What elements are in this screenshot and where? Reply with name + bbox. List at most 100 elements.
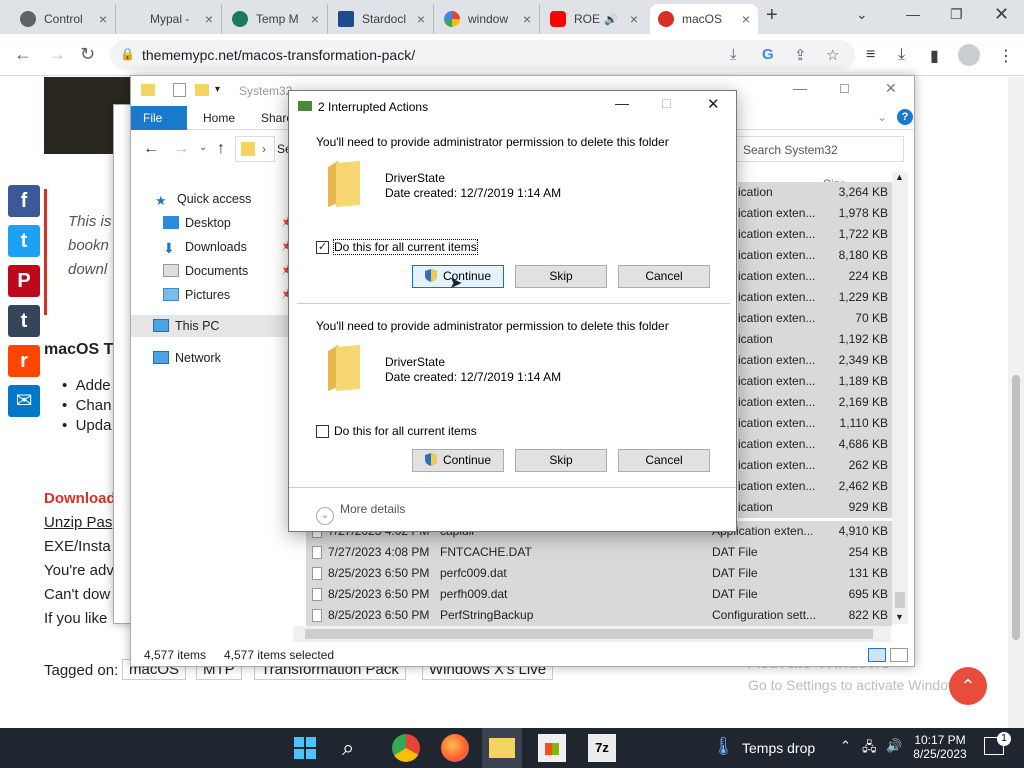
file-row[interactable]: ication exten... 2,349 KB bbox=[738, 350, 892, 371]
nav-quick-access[interactable]: ★ Quick access bbox=[155, 188, 251, 210]
lock-icon[interactable]: 🔒 bbox=[120, 47, 135, 61]
file-row[interactable]: ication exten... 1,110 KB bbox=[738, 413, 892, 434]
file-row[interactable]: ication exten... 8,180 KB bbox=[738, 245, 892, 266]
apply-all-checkbox[interactable]: ✓ bbox=[316, 241, 329, 254]
restore-icon[interactable]: ❐ bbox=[950, 6, 963, 23]
downloads-icon[interactable]: ⤓ bbox=[898, 46, 905, 64]
weather-widget[interactable]: Temps drop bbox=[742, 740, 815, 756]
audio-playing-icon[interactable]: 🔊 bbox=[604, 13, 618, 26]
file-row[interactable]: ication exten... 2,462 KB bbox=[738, 476, 892, 497]
help-icon[interactable]: ? bbox=[897, 109, 913, 125]
nav-desktop[interactable]: Desktop📌 bbox=[163, 212, 293, 234]
file-row[interactable]: ication exten... 1,189 KB bbox=[738, 371, 892, 392]
thermometer-icon[interactable]: 🌡 bbox=[712, 736, 735, 757]
facebook-icon[interactable]: f bbox=[8, 185, 40, 217]
scroll-to-top-button[interactable]: ⌃ bbox=[949, 667, 987, 705]
file-row[interactable]: 8/25/2023 6:50 PM perfh009.dat DAT File 695… bbox=[306, 584, 892, 605]
file-explorer-taskbar-button[interactable] bbox=[482, 728, 522, 768]
tab-macos-active[interactable]: macOS × bbox=[650, 4, 758, 34]
firefox-taskbar-icon[interactable] bbox=[441, 734, 469, 762]
tab-windows[interactable]: window × bbox=[436, 4, 540, 34]
close-tab-icon[interactable]: × bbox=[311, 11, 319, 27]
interrupted-actions-dialog[interactable]: 2 Interrupted Actions — ☐ ✕ You'll need … bbox=[288, 90, 737, 532]
search-input[interactable]: Search System32 bbox=[734, 136, 904, 162]
menu-kebab-icon[interactable]: ⋮ bbox=[998, 46, 1014, 66]
close-tab-icon[interactable]: × bbox=[417, 11, 425, 27]
nav-network[interactable]: Network bbox=[153, 347, 221, 369]
address-breadcrumb[interactable]: › bbox=[235, 136, 275, 162]
nav-this-pc[interactable]: This PC bbox=[131, 315, 289, 337]
tab-temp[interactable]: Temp M × bbox=[224, 4, 328, 34]
reddit-icon[interactable]: r bbox=[8, 345, 40, 377]
bookmark-star-icon[interactable]: ☆ bbox=[826, 46, 839, 64]
file-row[interactable]: ication exten... 224 KB bbox=[738, 266, 892, 287]
close-tab-icon[interactable]: × bbox=[99, 11, 107, 27]
close-tab-icon[interactable]: × bbox=[742, 11, 750, 27]
clock[interactable]: 10:17 PM 8/25/2023 bbox=[912, 733, 968, 761]
new-tab-icon[interactable]: + bbox=[766, 4, 778, 27]
maximize-icon[interactable]: ☐ bbox=[839, 82, 850, 96]
tab-stardock[interactable]: Stardocl × bbox=[330, 4, 434, 34]
address-bar[interactable]: 🔒 thememypc.net/macos-transformation-pac… bbox=[110, 40, 855, 70]
file-row[interactable]: ication exten... 262 KB bbox=[738, 455, 892, 476]
close-tab-icon[interactable]: × bbox=[205, 11, 213, 27]
scrollbar-thumb[interactable] bbox=[1012, 375, 1020, 640]
forward-icon[interactable]: → bbox=[48, 44, 66, 65]
search-icon[interactable]: ⌕ bbox=[342, 734, 370, 762]
back-icon[interactable]: ← bbox=[14, 44, 32, 65]
install-icon[interactable]: ⤓ bbox=[730, 46, 737, 63]
store-taskbar-icon[interactable] bbox=[538, 734, 566, 762]
tab-search-chevron-icon[interactable]: ⌄ bbox=[856, 6, 868, 23]
file-row[interactable]: ication exten... 1,722 KB bbox=[738, 224, 892, 245]
side-panel-icon[interactable]: ▮ bbox=[930, 46, 939, 66]
cancel-button[interactable]: Cancel bbox=[618, 449, 710, 472]
close-icon[interactable]: ✕ bbox=[707, 95, 720, 113]
tab-control[interactable]: Control × bbox=[12, 4, 116, 34]
show-hidden-icons-chevron-icon[interactable]: ⌃ bbox=[840, 738, 851, 754]
close-icon[interactable]: ✕ bbox=[885, 80, 897, 97]
tab-mypal[interactable]: Mypal - × bbox=[118, 4, 222, 34]
minimize-icon[interactable]: — bbox=[793, 80, 807, 96]
url-text[interactable]: thememypc.net/macos-transformation-pack/ bbox=[142, 47, 415, 63]
7zip-taskbar-icon[interactable]: 7z bbox=[588, 734, 616, 762]
unzip-password-link[interactable]: Unzip Pas bbox=[44, 514, 112, 531]
more-details-toggle[interactable]: ⌄ More details bbox=[316, 502, 405, 525]
recent-locations-icon[interactable]: ⌄ bbox=[199, 142, 207, 153]
close-tab-icon[interactable]: × bbox=[630, 11, 638, 27]
twitter-icon[interactable]: t bbox=[8, 225, 40, 257]
file-row[interactable]: ication exten... 4,686 KB bbox=[738, 434, 892, 455]
back-icon[interactable]: ← bbox=[143, 140, 159, 158]
file-list-scrollbar[interactable]: ▲ ▼ bbox=[892, 172, 908, 624]
minimize-icon[interactable]: — bbox=[615, 95, 629, 111]
apply-all-label[interactable]: Do this for all current items bbox=[334, 424, 477, 438]
close-window-icon[interactable]: ✕ bbox=[994, 4, 1009, 25]
apply-all-checkbox[interactable] bbox=[316, 425, 329, 438]
ribbon-tab-home[interactable]: Home bbox=[191, 106, 247, 130]
share-icon[interactable]: ⇪ bbox=[794, 46, 807, 64]
forward-icon[interactable]: → bbox=[173, 140, 189, 158]
tumblr-icon[interactable]: t bbox=[8, 305, 40, 337]
skip-button[interactable]: Skip bbox=[515, 449, 607, 472]
breadcrumb-chevron-icon[interactable]: › bbox=[262, 142, 266, 156]
horizontal-scrollbar[interactable] bbox=[293, 626, 891, 642]
nav-documents[interactable]: Documents📌 bbox=[163, 260, 293, 282]
file-row[interactable]: ication exten... 70 KB bbox=[738, 308, 892, 329]
pinterest-icon[interactable]: P bbox=[8, 265, 40, 297]
details-view-icon[interactable] bbox=[868, 648, 886, 662]
ribbon-tab-file[interactable]: File bbox=[131, 106, 187, 130]
volume-tray-icon[interactable]: 🔊 bbox=[886, 738, 902, 754]
minimize-icon[interactable]: — bbox=[906, 6, 920, 22]
expand-ribbon-icon[interactable]: ⌄ bbox=[877, 110, 887, 124]
large-icons-view-icon[interactable] bbox=[890, 648, 908, 662]
nav-downloads[interactable]: ⬇Downloads📌 bbox=[163, 236, 293, 258]
page-scrollbar[interactable] bbox=[1008, 77, 1024, 728]
reading-list-icon[interactable]: ≡ bbox=[866, 46, 875, 64]
file-row[interactable]: 8/25/2023 6:50 PM PerfStringBackup Configu… bbox=[306, 605, 892, 626]
file-row[interactable]: ication 929 KB bbox=[738, 497, 892, 518]
quick-access-dropdown-icon[interactable]: ▾ bbox=[215, 84, 220, 95]
tab-youtube[interactable]: ROE 🔊 × bbox=[542, 4, 646, 34]
properties-icon[interactable] bbox=[173, 83, 186, 97]
start-button[interactable] bbox=[294, 737, 316, 759]
file-row[interactable]: ication 3,264 KB bbox=[738, 182, 892, 203]
nav-pictures[interactable]: Pictures📌 bbox=[163, 284, 293, 306]
